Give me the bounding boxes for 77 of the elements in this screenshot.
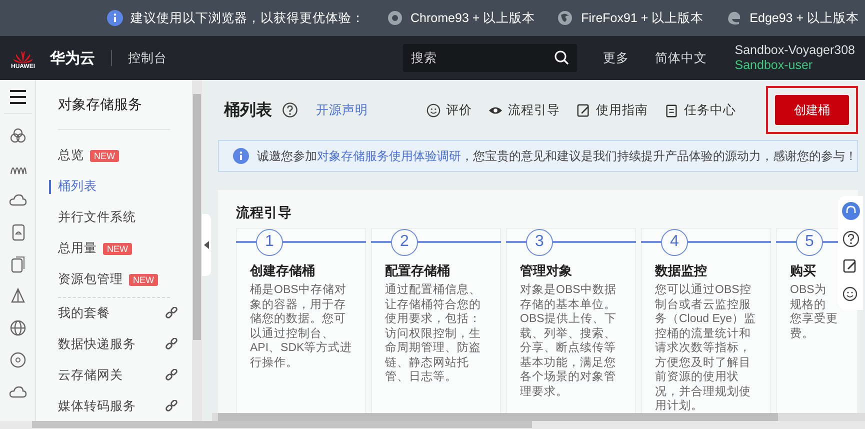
smile-icon[interactable] (842, 286, 860, 304)
step-description: 您可以通过OBS控 制台或者云监控服 务（Cloud Eye）监 控桶的流量统计和 请求次数等指标， 方便您及时了解目 前资源的使用状 况，并合理规划使 用计划。 (655, 283, 756, 413)
link-icon[interactable] (165, 307, 178, 320)
documents-icon[interactable] (8, 255, 26, 273)
step-title: 管理对象 (520, 262, 572, 280)
license-link[interactable]: 开源声明 (316, 102, 368, 118)
circles-icon[interactable] (8, 127, 26, 145)
browser-notice-text: 建议使用以下浏览器，以获得更优体验： (130, 10, 365, 26)
step-description: 通过配置桶信息、 让存储桶符合您的 使用要求，包括： 访问权限控制，生 命周期管理、防盗 链、静态网站托 管、日志等。 (385, 283, 481, 384)
toolbar-link[interactable]: 任务中心 (684, 102, 736, 118)
collapse-handle[interactable] (202, 214, 211, 276)
toolbar-link[interactable]: 评价 (446, 102, 472, 118)
circle-icon[interactable] (8, 351, 26, 369)
edge-logo-icon (726, 10, 742, 26)
page-title: 桶列表 (224, 100, 272, 120)
brand-name[interactable]: 华为云 (50, 48, 95, 68)
header-link[interactable]: 简体中文 (654, 50, 707, 66)
browser-version-text: Chrome93 + 以上版本 (410, 10, 536, 26)
step-title: 购买 (790, 262, 816, 280)
toolbar-link[interactable]: 流程引导 (508, 102, 560, 118)
new-badge: NEW (90, 150, 119, 162)
scrollbar-thumb[interactable] (32, 421, 532, 428)
step-description: OBS为 规格的 您享受更 费。 (790, 283, 838, 341)
sidebar-link[interactable]: 媒体转码服务 (58, 398, 136, 415)
user-name[interactable]: Sandbox-Voyager308 (734, 43, 855, 58)
sidebar-link[interactable]: 数据快递服务 (58, 336, 136, 353)
help-icon[interactable] (842, 230, 860, 248)
step-title: 数据监控 (655, 262, 707, 280)
link-icon[interactable] (165, 338, 178, 351)
toolbar-link[interactable]: 使用指南 (596, 102, 648, 118)
help-icon[interactable] (282, 102, 298, 118)
search-icon[interactable] (554, 50, 569, 65)
survey-link[interactable]: 对象存储服务使用体验调研 (317, 148, 461, 162)
step-number: 1 (256, 228, 283, 256)
globe-icon[interactable] (8, 319, 26, 337)
sidebar-title: 对象存储服务 (58, 80, 170, 130)
step-title: 创建存储桶 (250, 262, 315, 280)
section-title: 流程引导 (236, 204, 292, 222)
info-icon (233, 148, 249, 164)
sidebar-link[interactable]: 我的套餐 (58, 305, 110, 322)
clipboard-icon (664, 102, 679, 118)
browser-version-text: FireFox91 + 以上版本 (581, 10, 704, 26)
scrollbar-thumb[interactable] (218, 413, 778, 421)
sidebar-item[interactable]: 总用量 (58, 240, 97, 257)
smile-icon (426, 102, 441, 118)
sidebar-item[interactable]: 资源包管理 (58, 271, 123, 288)
sail-icon[interactable] (8, 287, 26, 305)
scrollbar-thumb[interactable] (193, 94, 201, 340)
headset-icon[interactable] (842, 202, 860, 220)
link-icon[interactable] (165, 400, 178, 413)
info-icon (106, 10, 123, 26)
create-bucket-button[interactable]: 创建桶 (775, 95, 849, 125)
new-badge: NEW (103, 242, 132, 254)
collapse-icon[interactable] (204, 240, 209, 248)
header-link[interactable]: 更多 (602, 50, 629, 66)
step-number: 3 (526, 228, 553, 256)
step-description: 对象是OBS中数据 存储的基本单位。 OBS提供上传、下 载、列举、搜索、 分享、断点续传等 基本功能，满足您 各个场景的对象管 理要求。 (520, 283, 616, 399)
sidebar-link[interactable]: 云存储网关 (58, 367, 123, 384)
user-role: Sandbox-user (734, 58, 814, 73)
chrome-logo-icon (386, 10, 403, 26)
link-icon[interactable] (165, 369, 178, 382)
search-field[interactable]: 搜索 (402, 44, 577, 72)
edit-icon (576, 102, 591, 118)
step-description: 桶是OBS中存储对 象的容器，用于存 储您的数据。您可 以通过控制台、 API、SDK等方式进 行操作。 (250, 283, 352, 370)
sidebar-item[interactable]: 桶列表 (58, 178, 97, 195)
step-number: 2 (391, 228, 418, 256)
console-link[interactable]: 控制台 (128, 50, 167, 66)
sidebar-item[interactable]: 并行文件系统 (58, 209, 136, 226)
step-title: 配置存储桶 (385, 262, 450, 280)
step-number: 4 (661, 228, 688, 256)
step-number: 5 (796, 228, 823, 256)
sidebar-item[interactable]: 总览 (58, 147, 84, 164)
menu-icon[interactable] (8, 88, 26, 104)
survey-message: 诚邀您参加对象存储服务使用体验调研，您宝贵的意见和建议是我们持续提升产品体验的源动力，感谢您的参与！ (257, 148, 857, 164)
fox-logo-icon (557, 10, 574, 26)
new-badge: NEW (129, 274, 158, 286)
browser-version-text: Edge93 + 以上版本 (750, 10, 859, 26)
